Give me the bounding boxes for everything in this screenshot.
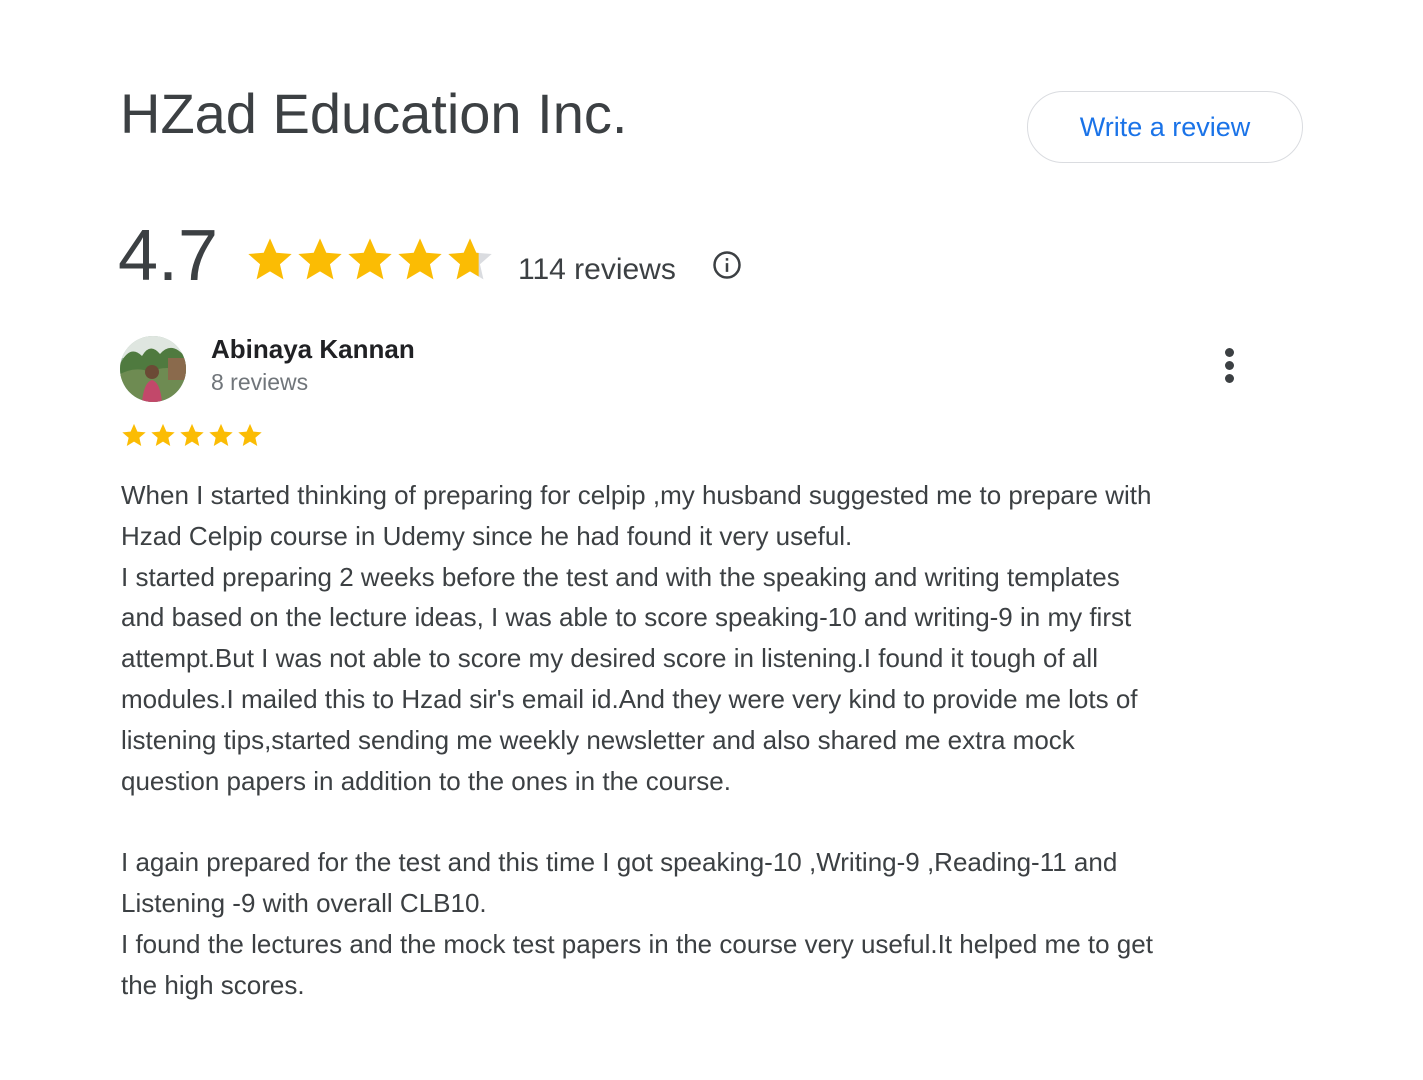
average-rating-stars (244, 233, 494, 289)
star-icon (122, 423, 146, 446)
info-circle-icon[interactable] (712, 250, 742, 280)
star-icon (298, 238, 342, 280)
review-text-line (121, 801, 1281, 842)
review-text-line: I found the lectures and the mock test p… (121, 928, 1153, 959)
star-icon (348, 238, 392, 280)
review-text-line: When I started thinking of preparing for… (121, 480, 1152, 510)
star-icon (151, 423, 175, 446)
star-icon (209, 423, 233, 446)
review-text-line: and based on the lecture ideas, I was ab… (121, 602, 1132, 633)
more-vertical-icon-dot (1225, 348, 1234, 357)
star-icon (398, 238, 442, 280)
review-text-line: Hzad Celpip course in Udemy since he had… (121, 520, 853, 551)
more-vertical-icon-dot (1225, 374, 1234, 383)
review-text-line: I started preparing 2 weeks before the t… (121, 561, 1120, 592)
star-icon (248, 238, 292, 280)
review-text-line: Listening -9 with overall CLB10. (121, 887, 487, 918)
star-icon (238, 423, 262, 446)
reviewer-name[interactable]: Abinaya Kannan (211, 333, 415, 365)
review-rating-stars (120, 421, 265, 449)
more-vertical-icon-dot (1225, 361, 1234, 370)
avatar[interactable] (120, 336, 186, 402)
total-reviews-link[interactable]: 114 reviews (518, 250, 676, 290)
star-icon (180, 423, 204, 446)
average-rating-value: 4.7 (118, 216, 219, 296)
review-text-line: question papers in addition to the ones … (121, 765, 731, 796)
more-options-button[interactable] (1210, 342, 1250, 388)
review-text-line: I again prepared for the test and this t… (121, 847, 1118, 878)
review-text-line: modules.I mailed this to Hzad sir's emai… (121, 683, 1138, 714)
write-review-button[interactable]: Write a review (1027, 91, 1303, 163)
review-text-line: listening tips,started sending me weekly… (121, 724, 1075, 755)
review-text-line: the high scores. (121, 969, 305, 1000)
reviewer-review-count: 8 reviews (211, 369, 309, 395)
business-title: HZad Education Inc. (120, 82, 628, 145)
star-half-icon (448, 238, 492, 280)
review-text-line: attempt.But I was not able to score my d… (121, 643, 1098, 674)
avatar-photo-icon (120, 336, 186, 402)
review-text: When I started thinking of preparing for… (121, 475, 1281, 1005)
